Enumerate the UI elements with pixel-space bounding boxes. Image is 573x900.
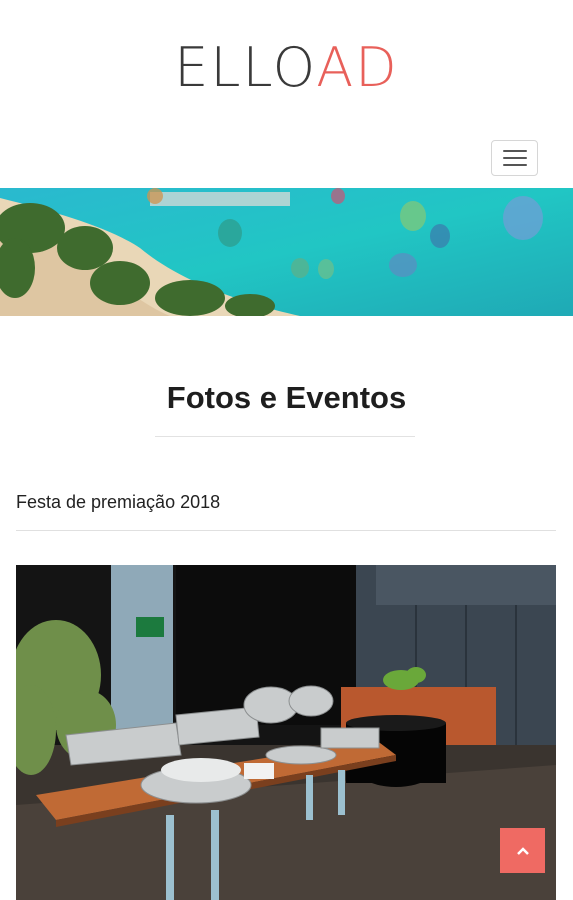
site-header: ELLOAD (0, 0, 573, 188)
site-logo[interactable]: ELLOAD (0, 38, 573, 98)
scroll-to-top-button[interactable] (500, 828, 545, 873)
event-title[interactable]: Festa de premiação 2018 (16, 492, 220, 513)
hero-banner-image (0, 188, 573, 316)
logo-text-dark: ELLO (174, 36, 317, 99)
menu-toggle-button[interactable] (491, 140, 538, 176)
hamburger-icon (502, 150, 527, 152)
title-divider (155, 436, 415, 437)
event-divider (16, 530, 556, 531)
logo-text-accent: AD (316, 36, 399, 99)
page-title: Fotos e Eventos (166, 380, 407, 415)
event-photo[interactable] (16, 565, 556, 900)
chevron-up-icon (516, 846, 529, 855)
